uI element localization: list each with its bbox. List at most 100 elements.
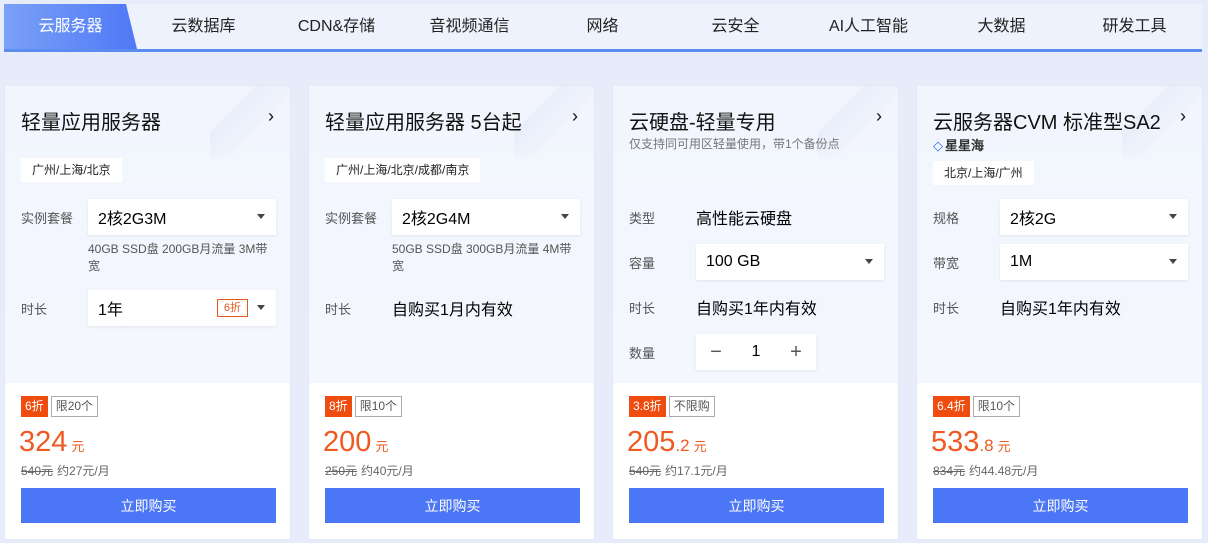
row-value: 自购买1年内有效: [696, 301, 817, 318]
tab-7[interactable]: 大数据: [935, 4, 1068, 49]
badges: 6.4折 限10个: [933, 396, 1021, 417]
config-row: 实例套餐 2核2G3M: [21, 199, 276, 235]
caret-down-icon: [561, 214, 569, 223]
price: 205.2 元: [627, 426, 707, 459]
row-label: 带宽: [933, 255, 960, 271]
discount-badge: 6折: [216, 299, 248, 317]
row-label: 容量: [629, 255, 656, 271]
price-integer: 533: [931, 426, 980, 458]
price: 200 元: [323, 426, 388, 459]
config-row: 数量 −1 +: [629, 334, 884, 370]
limit-badge: 限10个: [972, 396, 1021, 417]
monthly-price: 约44.48元/月: [969, 464, 1039, 478]
original-price: 834元 约44.48元/月: [933, 462, 1038, 479]
config-row: 时长 自购买1年内有效: [933, 289, 1188, 325]
plus-button[interactable]: +: [776, 341, 816, 364]
brand-name: 星星海: [945, 138, 985, 153]
row-label: 时长: [21, 301, 48, 317]
buy-now-button[interactable]: 立即购买: [21, 488, 276, 523]
row-label: 时长: [629, 300, 656, 316]
price-integer: 205: [627, 426, 676, 458]
row-label: 规格: [933, 210, 960, 226]
region-tag: 广州/上海/北京: [21, 158, 122, 182]
config-rows: 规格 2核2G 带宽 1M 时长 自购买1年内有效: [933, 199, 1188, 334]
limit-badge: 限10个: [354, 396, 403, 417]
quantity-stepper[interactable]: −1 +: [696, 334, 816, 370]
minus-button[interactable]: −: [696, 341, 736, 364]
buy-now-button[interactable]: 立即购买: [629, 488, 884, 523]
card-title[interactable]: 云硬盘-轻量专用: [629, 106, 776, 135]
discount-badge: 3.8折: [629, 396, 666, 417]
tab-5[interactable]: 云安全: [669, 4, 802, 49]
option-select[interactable]: 2核2G3M: [88, 199, 276, 235]
select-value: 2核2G: [1010, 211, 1057, 228]
config-row: 时长 自购买1年内有效: [629, 289, 884, 325]
option-select[interactable]: 2核2G4M: [392, 199, 580, 235]
config-rows: 实例套餐 2核2G4M 50GB SSD盘 300GB月流量 4M带宽 时长 自购买1月…: [325, 199, 580, 335]
chevron-right-icon[interactable]: ›: [572, 106, 578, 127]
product-card: 轻量应用服务器 5台起 › 广州/上海/北京/成都/南京 实例套餐 2核2G4M 50GB…: [308, 85, 595, 540]
card-title[interactable]: 轻量应用服务器 5台起: [325, 106, 522, 135]
row-label: 时长: [933, 300, 960, 316]
tab-3[interactable]: 音视频通信: [403, 4, 536, 49]
option-select[interactable]: 100 GB: [696, 244, 884, 280]
config-row: 类型 高性能云硬盘: [629, 199, 884, 235]
option-select[interactable]: 1M: [1000, 244, 1188, 280]
buy-now-button[interactable]: 立即购买: [933, 488, 1188, 523]
config-row: 带宽 1M: [933, 244, 1188, 280]
tab-0[interactable]: 云服务器: [4, 4, 137, 49]
price-integer: 200: [323, 426, 372, 458]
price-unit: 元: [71, 439, 85, 454]
brand-logo-icon: ◇: [933, 138, 943, 153]
badges: 6折 限20个: [21, 396, 99, 417]
discount-badge: 8折: [325, 396, 352, 417]
config-row: 实例套餐 2核2G4M: [325, 199, 580, 235]
price-unit: 元: [693, 439, 707, 454]
row-label: 类型: [629, 210, 656, 226]
price-integer: 324: [19, 426, 68, 458]
config-row: 规格 2核2G: [933, 199, 1188, 235]
tab-1[interactable]: 云数据库: [137, 4, 270, 49]
buy-now-button[interactable]: 立即购买: [325, 488, 580, 523]
region-tag: 北京/上海/广州: [933, 161, 1034, 185]
original-price: 250元 约40元/月: [325, 462, 414, 479]
tab-2[interactable]: CDN&存储: [270, 4, 403, 49]
select-value: 2核2G4M: [402, 211, 471, 228]
tab-6[interactable]: AI人工智能: [802, 4, 935, 49]
strikethrough-price: 250元: [325, 464, 358, 478]
row-label: 实例套餐: [21, 210, 74, 226]
original-price: 540元 约27元/月: [21, 462, 110, 479]
decorative-illustration: [210, 86, 290, 156]
original-price: 540元 约17.1元/月: [629, 462, 728, 479]
select-value: 100 GB: [706, 253, 761, 270]
chevron-right-icon[interactable]: ›: [1180, 106, 1186, 127]
monthly-price: 约17.1元/月: [665, 464, 728, 478]
price-unit: 元: [375, 439, 389, 454]
discount-badge: 6折: [21, 396, 48, 417]
chevron-right-icon[interactable]: ›: [876, 106, 882, 127]
option-select[interactable]: 2核2G: [1000, 199, 1188, 235]
price-decimal: .2: [675, 436, 690, 455]
badges: 3.8折 不限购: [629, 396, 715, 417]
row-label: 实例套餐: [325, 210, 378, 226]
product-card: 云硬盘-轻量专用 › 仅支持同可用区轻量使用，带1个备份点类型 高性能云硬盘容量 100…: [612, 85, 899, 540]
spec-note: 50GB SSD盘 300GB月流量 4M带宽: [392, 242, 572, 273]
chevron-right-icon[interactable]: ›: [268, 106, 274, 127]
caret-down-icon: [257, 214, 265, 223]
row-label: 时长: [325, 301, 352, 317]
monthly-price: 约27元/月: [57, 464, 110, 478]
config-rows: 类型 高性能云硬盘容量 100 GB 时长 自购买1年内有效数量 −1 +: [629, 199, 884, 379]
option-select[interactable]: 1年 6折: [88, 290, 276, 326]
card-title[interactable]: 轻量应用服务器: [21, 106, 161, 135]
tab-4[interactable]: 网络: [536, 4, 669, 49]
row-value: 自购买1年内有效: [1000, 301, 1121, 318]
card-subtitle: 仅支持同可用区轻量使用，带1个备份点: [629, 137, 840, 151]
product-card: 云服务器CVM 标准型SA2 › ◇ 星星海北京/上海/广州规格 2核2G 带宽 1M 时长 自…: [916, 85, 1203, 540]
caret-down-icon: [1169, 214, 1177, 223]
card-title[interactable]: 云服务器CVM 标准型SA2: [933, 106, 1161, 135]
quantity-value[interactable]: 1: [736, 343, 776, 361]
tab-8[interactable]: 研发工具: [1068, 4, 1201, 49]
strikethrough-price: 540元: [21, 464, 54, 478]
config-row: 容量 100 GB: [629, 244, 884, 280]
caret-down-icon: [257, 305, 265, 314]
